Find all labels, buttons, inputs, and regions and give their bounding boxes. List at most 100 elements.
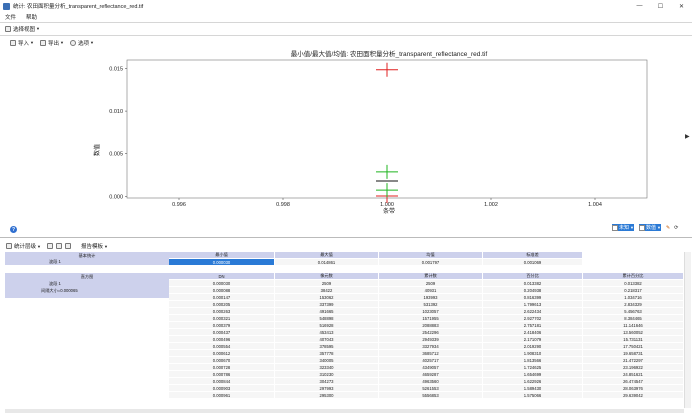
horizontal-scrollbar[interactable] [5,409,684,413]
histogram-cell[interactable]: 2509 [379,280,483,286]
histogram-cell[interactable]: 5261553 [379,385,483,391]
histogram-cell[interactable]: 453413 [275,329,379,335]
histogram-cell[interactable]: 548898 [275,315,379,321]
histogram-cell[interactable]: 323340 [275,364,379,370]
basic-value-cell[interactable]: 0.001069 [483,259,583,265]
histogram-cell[interactable]: 2088883 [379,322,483,328]
histogram-cell[interactable]: 0.000263 [169,308,275,314]
histogram-cell[interactable]: 2509 [275,280,379,286]
stats-grid[interactable]: 基本统计 波段 1 最小值 0.000030 最大值 0.014861 均值 0.0017… [5,252,684,408]
histogram-cell[interactable]: 0.204938 [483,287,583,293]
histogram-cell[interactable]: 0.000321 [169,315,275,321]
histogram-cell[interactable]: 1.575066 [483,392,583,398]
histogram-cell[interactable]: 1.622926 [483,378,583,384]
histogram-cell[interactable]: 1023057 [379,308,483,314]
chart-area[interactable]: 最小值/最大值/均值: 农田面积量分析_transparent_reflecta… [0,48,692,236]
refresh-icon[interactable]: ⟳ [674,225,678,231]
basic-value-cell[interactable]: 0.001797 [379,259,483,265]
table-icon[interactable] [46,243,53,249]
histogram-cell[interactable]: 193993 [379,294,483,300]
histogram-cell[interactable]: 295300 [275,392,379,398]
copy-icon[interactable] [64,243,71,249]
histogram-cell[interactable]: 24.851621 [583,371,684,377]
histogram-cell[interactable]: 17.750421 [583,343,684,349]
histogram-cell[interactable]: 4963560 [379,378,483,384]
histogram-cell[interactable]: 0.000786 [169,371,275,377]
histogram-cell[interactable]: 4659287 [379,371,483,377]
histogram-cell[interactable]: 2542296 [379,329,483,335]
histogram-cell[interactable]: 2.622434 [483,308,583,314]
histogram-cell[interactable]: 3685712 [379,350,483,356]
histogram-cell[interactable]: 1.589430 [483,385,583,391]
histogram-cell[interactable]: 15.731131 [583,336,684,342]
histogram-cell[interactable]: 5.456763 [583,308,684,314]
histogram-cell[interactable]: 4349057 [379,364,483,370]
histogram-cell[interactable]: 4025717 [379,357,483,363]
histogram-cell[interactable]: 0.000728 [169,364,275,370]
histogram-cell[interactable]: 304273 [275,378,379,384]
histogram-cell[interactable]: 1.799613 [483,301,583,307]
value-mode-select[interactable]: 数值 ▼ [638,224,661,231]
histogram-cell[interactable]: 1.034716 [583,294,684,300]
histogram-cell[interactable]: 1.813566 [483,357,583,363]
vertical-scrollbar[interactable] [684,252,691,408]
histogram-cell[interactable]: 19.658731 [583,350,684,356]
histogram-cell[interactable]: 23.196922 [583,364,684,370]
histogram-cell[interactable]: 2.834329 [583,301,684,307]
histogram-cell[interactable]: 0.013382 [583,280,684,286]
histogram-cell[interactable]: 1571955 [379,315,483,321]
histogram-cell[interactable]: 11.141646 [583,322,684,328]
histogram-cell[interactable]: 310230 [275,371,379,377]
close-button[interactable]: ✕ [671,0,692,12]
menu-file[interactable]: 文件 [5,13,16,21]
select-view-button[interactable]: 选择视图 ▼ [5,25,40,33]
histogram-cell[interactable]: 0.000496 [169,336,275,342]
histogram-cell[interactable]: 0.816399 [483,294,583,300]
export-button[interactable]: 导出 ▼ [39,39,64,47]
histogram-cell[interactable]: 516928 [275,322,379,328]
histogram-cell[interactable]: 0.013382 [483,280,583,286]
grid-icon[interactable] [55,243,62,249]
histogram-cell[interactable]: 340005 [275,357,379,363]
zoom-mode-select[interactable]: 未知 ▼ [612,224,634,231]
help-icon[interactable]: ? [10,226,17,233]
histogram-cell[interactable]: 337399 [275,301,379,307]
histogram-cell[interactable]: 0.000379 [169,322,275,328]
pencil-icon[interactable]: ✎ [666,225,670,231]
histogram-cell[interactable]: 531392 [379,301,483,307]
options-button[interactable]: 选项 ▼ [69,39,94,47]
histogram-cell[interactable]: 0.000844 [169,378,275,384]
histogram-cell[interactable]: 26.474547 [583,378,684,384]
histogram-cell[interactable]: 1.654699 [483,371,583,377]
basic-value-cell[interactable]: 0.000030 [169,259,275,265]
histogram-cell[interactable]: 0.000147 [169,294,275,300]
minimize-button[interactable]: — [629,0,650,12]
menu-help[interactable]: 帮助 [26,13,37,21]
histogram-cell[interactable]: 1.908310 [483,350,583,356]
histogram-cell[interactable]: 0.000612 [169,350,275,356]
histogram-cell[interactable]: 491665 [275,308,379,314]
histogram-cell[interactable]: 5556853 [379,392,483,398]
histogram-cell[interactable]: 0.218317 [583,287,684,293]
histogram-cell[interactable]: 2.757181 [483,322,583,328]
histogram-cell[interactable]: 2.019290 [483,343,583,349]
histogram-cell[interactable]: 38422 [275,287,379,293]
histogram-cell[interactable]: 0.000961 [169,392,275,398]
histogram-cell[interactable]: 3327934 [379,343,483,349]
histogram-cell[interactable]: 0.000554 [169,343,275,349]
histogram-cell[interactable]: 13.560052 [583,329,684,335]
histogram-cell[interactable]: 297993 [275,385,379,391]
panel-expand-arrow[interactable]: ▶ [685,133,690,140]
stats-layer-button[interactable]: 统计层级 ▼ [6,242,41,250]
histogram-cell[interactable]: 153062 [275,294,379,300]
histogram-cell[interactable]: 0.000670 [169,357,275,363]
histogram-cell[interactable]: 0.000437 [169,329,275,335]
histogram-cell[interactable]: 0.000030 [169,280,275,286]
histogram-cell[interactable]: 28.063976 [583,385,684,391]
histogram-cell[interactable]: 2.171079 [483,336,583,342]
histogram-cell[interactable]: 0.000903 [169,385,275,391]
histogram-cell[interactable]: 29.639042 [583,392,684,398]
histogram-cell[interactable]: 21.472297 [583,357,684,363]
histogram-cell[interactable]: 2.927702 [483,315,583,321]
report-format-button[interactable]: 报告模板 ▼ [81,242,108,251]
